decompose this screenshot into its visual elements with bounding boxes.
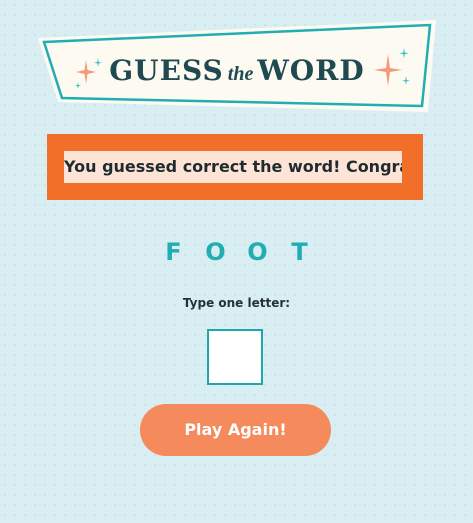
- word-letter: O: [247, 238, 268, 266]
- title-guess: GUESS: [109, 54, 224, 87]
- result-message: You guessed correct the word! Congrats!: [64, 151, 402, 183]
- result-message-box: You guessed correct the word! Congrats!: [47, 134, 423, 200]
- title-word: WORD: [257, 54, 365, 87]
- word-display: F O O T: [0, 238, 473, 266]
- sparkle-icon: [366, 46, 414, 98]
- play-again-button[interactable]: Play Again!: [140, 404, 331, 456]
- title-the: the: [227, 63, 254, 85]
- letter-prompt-label: Type one letter:: [182, 296, 291, 310]
- word-letter: F: [165, 238, 182, 266]
- word-letter: T: [291, 238, 308, 266]
- title-banner: GUESS the WORD: [32, 16, 442, 116]
- word-letter: O: [205, 238, 226, 266]
- letter-input[interactable]: [207, 329, 263, 385]
